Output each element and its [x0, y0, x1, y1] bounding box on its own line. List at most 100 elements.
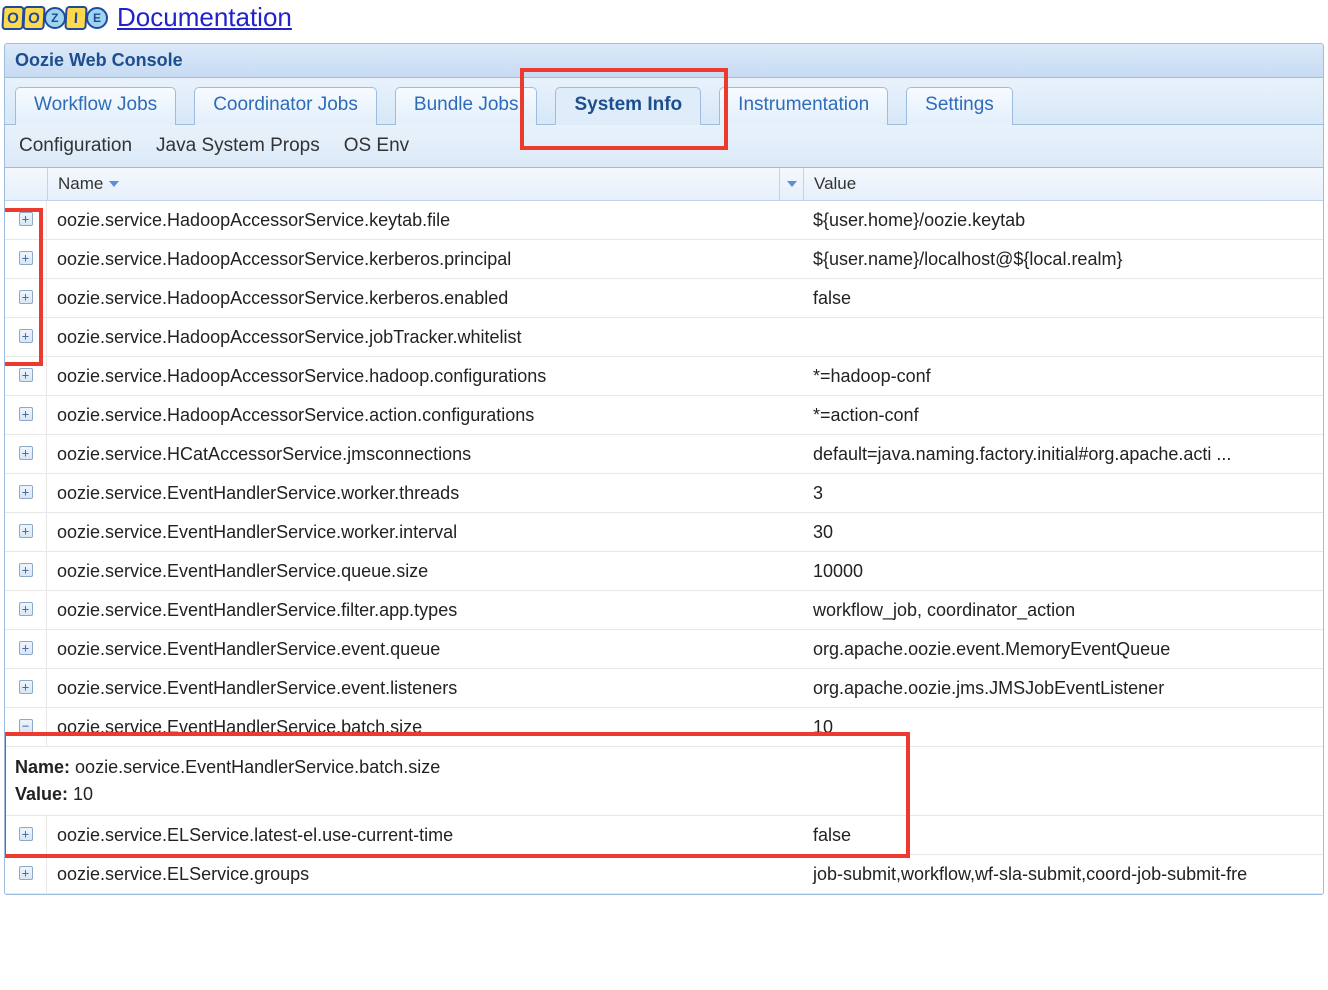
expand-icon[interactable]: [19, 446, 33, 460]
table-row-detail: Name: oozie.service.EventHandlerService.…: [5, 747, 1323, 816]
cell-spacer: [779, 252, 803, 266]
cell-value: *=action-conf: [803, 398, 1323, 433]
cell-spacer: [779, 486, 803, 500]
row-expander-cell: [5, 240, 47, 278]
tab-bundle-jobs[interactable]: Bundle Jobs: [395, 87, 538, 125]
cell-spacer: [779, 213, 803, 227]
cell-name: oozie.service.HadoopAccessorService.kerb…: [47, 242, 779, 277]
main-tabstrip: Workflow Jobs Coordinator Jobs Bundle Jo…: [5, 78, 1323, 125]
cell-spacer: [779, 408, 803, 422]
table-row[interactable]: oozie.service.EventHandlerService.event.…: [5, 630, 1323, 669]
table-row[interactable]: oozie.service.ELService.latest-el.use-cu…: [5, 816, 1323, 855]
row-expander-cell: [5, 318, 47, 356]
table-row[interactable]: oozie.service.HadoopAccessorService.kerb…: [5, 240, 1323, 279]
cell-value: false: [803, 281, 1323, 316]
tab-workflow-jobs[interactable]: Workflow Jobs: [15, 87, 176, 125]
cell-spacer: [779, 369, 803, 383]
expand-icon[interactable]: [19, 641, 33, 655]
table-row[interactable]: oozie.service.HadoopAccessorService.hado…: [5, 357, 1323, 396]
grid-header: Name Value: [5, 168, 1323, 201]
collapse-icon[interactable]: [19, 719, 33, 733]
expand-icon[interactable]: [19, 866, 33, 880]
cell-spacer: [779, 330, 803, 344]
table-row[interactable]: oozie.service.EventHandlerService.filter…: [5, 591, 1323, 630]
subtab-os-env[interactable]: OS Env: [344, 135, 409, 157]
detail-value-value: 10: [73, 784, 93, 804]
expand-icon[interactable]: [19, 485, 33, 499]
cell-value: workflow_job, coordinator_action: [803, 593, 1323, 628]
cell-name: oozie.service.EventHandlerService.worker…: [47, 515, 779, 550]
cell-value: 30: [803, 515, 1323, 550]
table-row[interactable]: oozie.service.HadoopAccessorService.keyt…: [5, 201, 1323, 240]
expand-icon[interactable]: [19, 680, 33, 694]
row-expander-cell: [5, 855, 47, 893]
expand-icon[interactable]: [19, 827, 33, 841]
detail-name-label: Name:: [15, 757, 70, 777]
cell-value: default=java.naming.factory.initial#org.…: [803, 437, 1323, 472]
subtab-configuration[interactable]: Configuration: [19, 135, 132, 157]
cell-spacer: [779, 642, 803, 656]
detail-value-label: Value:: [15, 784, 68, 804]
table-row[interactable]: oozie.service.HCatAccessorService.jmscon…: [5, 435, 1323, 474]
row-expander-cell: [5, 591, 47, 629]
expand-icon[interactable]: [19, 407, 33, 421]
expand-icon[interactable]: [19, 251, 33, 265]
table-row[interactable]: oozie.service.EventHandlerService.worker…: [5, 513, 1323, 552]
cell-name: oozie.service.ELService.latest-el.use-cu…: [47, 818, 779, 853]
sort-descending-icon: [109, 181, 119, 187]
documentation-link[interactable]: Documentation: [117, 2, 292, 33]
tab-instrumentation[interactable]: Instrumentation: [719, 87, 888, 125]
cell-spacer: [779, 447, 803, 461]
cell-spacer: [779, 720, 803, 734]
table-row[interactable]: oozie.service.EventHandlerService.worker…: [5, 474, 1323, 513]
cell-value: 3: [803, 476, 1323, 511]
expand-icon[interactable]: [19, 368, 33, 382]
subtab-java-system-props[interactable]: Java System Props: [156, 135, 320, 157]
table-row[interactable]: oozie.service.HadoopAccessorService.jobT…: [5, 318, 1323, 357]
tab-settings[interactable]: Settings: [906, 87, 1013, 125]
column-header-value[interactable]: Value: [803, 168, 1323, 200]
table-row[interactable]: oozie.service.EventHandlerService.event.…: [5, 669, 1323, 708]
cell-name: oozie.service.EventHandlerService.event.…: [47, 632, 779, 667]
table-row[interactable]: oozie.service.EventHandlerService.batch.…: [5, 708, 1323, 747]
cell-spacer: [779, 603, 803, 617]
expand-icon[interactable]: [19, 563, 33, 577]
expand-icon[interactable]: [19, 212, 33, 226]
row-expander-cell: [5, 357, 47, 395]
table-row[interactable]: oozie.service.ELService.groups job-submit…: [5, 855, 1323, 894]
row-expander-cell: [5, 816, 47, 854]
column-header-name-menu[interactable]: [779, 168, 803, 200]
logo-letter: O: [22, 6, 45, 30]
cell-spacer: [779, 828, 803, 842]
cell-value: ${user.home}/oozie.keytab: [803, 203, 1323, 238]
cell-name: oozie.service.ELService.groups: [47, 857, 779, 892]
expand-icon[interactable]: [19, 602, 33, 616]
tab-system-info[interactable]: System Info: [555, 87, 701, 125]
table-row[interactable]: oozie.service.HadoopAccessorService.kerb…: [5, 279, 1323, 318]
tab-coordinator-jobs[interactable]: Coordinator Jobs: [194, 87, 377, 125]
cell-value: ${user.name}/localhost@${local.realm}: [803, 242, 1323, 277]
table-row[interactable]: oozie.service.EventHandlerService.queue.…: [5, 552, 1323, 591]
cell-name: oozie.service.EventHandlerService.queue.…: [47, 554, 779, 589]
cell-value: *=hadoop-conf: [803, 359, 1323, 394]
detail-name-value: oozie.service.EventHandlerService.batch.…: [75, 757, 440, 777]
row-expander-cell: [5, 708, 47, 746]
column-header-name[interactable]: Name: [47, 168, 779, 200]
cell-name: oozie.service.HadoopAccessorService.kerb…: [47, 281, 779, 316]
cell-value: org.apache.oozie.jms.JMSJobEventListener: [803, 671, 1323, 706]
row-expander-cell: [5, 279, 47, 317]
row-expander-cell: [5, 474, 47, 512]
expand-icon[interactable]: [19, 524, 33, 538]
cell-value: job-submit,workflow,wf-sla-submit,coord-…: [803, 857, 1323, 892]
table-row[interactable]: oozie.service.HadoopAccessorService.acti…: [5, 396, 1323, 435]
row-expander-cell: [5, 630, 47, 668]
cell-spacer: [779, 681, 803, 695]
cell-value: 10000: [803, 554, 1323, 589]
row-detail-panel: Name: oozie.service.EventHandlerService.…: [5, 747, 1323, 815]
chevron-down-icon: [787, 181, 797, 187]
page-header: O O Z I E Documentation: [0, 0, 1328, 39]
expand-icon[interactable]: [19, 290, 33, 304]
row-expander-cell: [5, 435, 47, 473]
row-expander-cell: [5, 669, 47, 707]
expand-icon[interactable]: [19, 329, 33, 343]
